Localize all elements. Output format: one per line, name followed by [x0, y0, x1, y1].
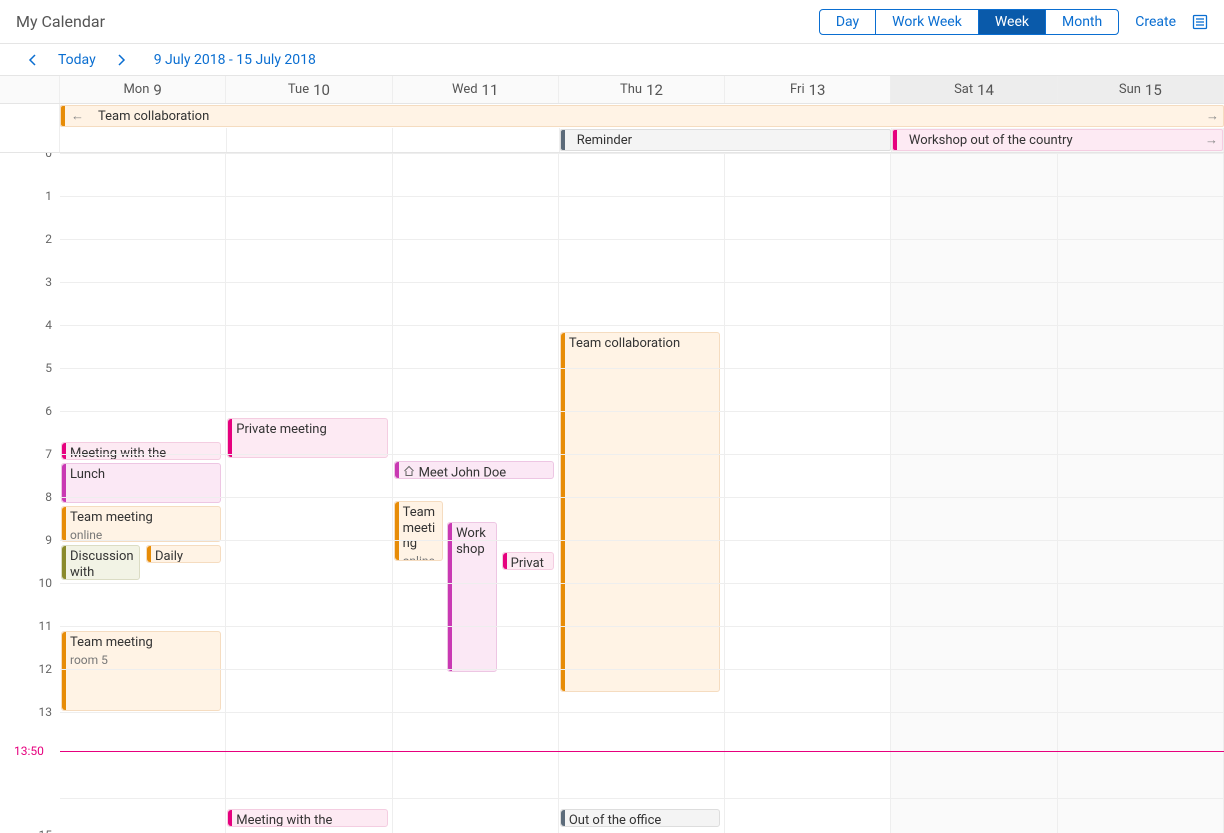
hour-label: 7 — [45, 447, 52, 461]
legend-icon[interactable] — [1192, 14, 1208, 30]
hour-label: 4 — [45, 318, 52, 332]
gutter-spacer — [0, 76, 60, 103]
day-header-mon[interactable]: Mon9 — [60, 76, 226, 103]
event-title: Out of the office — [569, 813, 715, 827]
hour-label: 12 — [39, 662, 53, 676]
day-header-sun[interactable]: Sun15 — [1058, 76, 1224, 103]
allday-event-reminder[interactable]: Reminder — [560, 129, 891, 151]
day-column-sun[interactable] — [1058, 153, 1224, 833]
hour-label: 15 — [39, 828, 53, 833]
day-column-tue[interactable]: Private meeting Meeting with the manager — [226, 153, 392, 833]
event[interactable]: Meeting with the manager — [61, 442, 221, 460]
event-title: Lunch — [70, 467, 216, 483]
event-title: Private meeting — [236, 422, 382, 438]
allday-area: ← Team collaboration → Reminder Workshop… — [0, 104, 1224, 153]
time-gutter: 0 1 2 3 4 5 6 7 8 9 10 11 12 13 15 — [0, 153, 60, 833]
event-title: Workshop — [456, 526, 492, 557]
hour-label: 5 — [45, 361, 52, 375]
event[interactable]: Team collaboration — [560, 332, 720, 692]
view-day-button[interactable]: Day — [820, 10, 876, 34]
view-month-button[interactable]: Month — [1046, 10, 1118, 34]
hour-label: 9 — [45, 533, 52, 547]
event[interactable]: Team meeting online — [61, 506, 221, 542]
create-button[interactable]: Create — [1135, 14, 1176, 30]
hour-label: 6 — [45, 404, 52, 418]
page-title: My Calendar — [16, 12, 105, 31]
hour-label: 0 — [45, 153, 52, 160]
event-title: Private — [511, 556, 549, 570]
view-week-button[interactable]: Week — [979, 10, 1046, 34]
allday-cell[interactable] — [393, 128, 560, 152]
today-button[interactable]: Today — [58, 52, 96, 68]
view-switcher: Day Work Week Week Month — [819, 9, 1119, 35]
topbar-right: Day Work Week Week Month Create — [819, 9, 1208, 35]
day-header-fri[interactable]: Fri13 — [725, 76, 891, 103]
allday-row: Reminder Workshop out of the country → — [0, 128, 1224, 152]
event-title: Meet John Doe — [419, 466, 507, 479]
event[interactable]: Private meeting — [227, 418, 387, 458]
hour-label: 8 — [45, 490, 52, 504]
event-location: online — [70, 528, 216, 542]
event-title: Meeting with the manager — [236, 813, 382, 827]
prev-button[interactable] — [24, 54, 42, 66]
allday-event-label: Reminder — [577, 133, 632, 148]
continues-left-icon: ← — [71, 108, 84, 124]
event-title: Team collaboration — [569, 336, 715, 352]
event[interactable]: Workshop — [447, 522, 497, 672]
hour-label: 1 — [45, 189, 52, 203]
day-column-mon[interactable]: Meeting with the manager Lunch Team meet… — [60, 153, 226, 833]
topbar: My Calendar Day Work Week Week Month Cre… — [0, 0, 1224, 44]
navbar: Today 9 July 2018 - 15 July 2018 — [0, 44, 1224, 76]
date-range-label: 9 July 2018 - 15 July 2018 — [154, 52, 316, 68]
hour-label: 10 — [39, 576, 53, 590]
event-title: Team meeting — [403, 505, 439, 552]
hour-label: 13 — [39, 705, 53, 719]
event-title: Team meeting — [70, 510, 216, 526]
view-workweek-button[interactable]: Work Week — [876, 10, 979, 34]
allday-event-team-collab[interactable]: ← Team collaboration → — [60, 105, 1224, 127]
day-column-sat[interactable] — [891, 153, 1057, 833]
allday-event-label: Workshop out of the country — [909, 133, 1073, 148]
event[interactable]: Meet John Doe — [394, 461, 554, 479]
event[interactable]: Daily stand — [146, 545, 221, 563]
now-line — [60, 751, 1224, 752]
event[interactable]: Meeting with the manager — [227, 809, 387, 827]
time-grid[interactable]: 0 1 2 3 4 5 6 7 8 9 10 11 12 13 15 Meeti… — [0, 153, 1224, 833]
continues-right-icon: → — [1205, 132, 1218, 148]
event-title: Team meeting — [70, 635, 216, 651]
gutter-spacer — [0, 104, 60, 128]
allday-event-label: Team collaboration — [98, 109, 209, 124]
now-time-label: 13:50 — [14, 744, 44, 758]
continues-right-icon: → — [1206, 108, 1219, 124]
event[interactable]: Lunch — [61, 463, 221, 503]
day-header-sat[interactable]: Sat14 — [891, 76, 1057, 103]
event[interactable]: Out of the office — [560, 809, 720, 827]
home-icon — [403, 465, 415, 479]
event[interactable]: Team meeting online — [394, 501, 444, 561]
allday-cell[interactable] — [60, 128, 227, 152]
day-header-tue[interactable]: Tue10 — [226, 76, 392, 103]
allday-event-workshop[interactable]: Workshop out of the country → — [892, 129, 1223, 151]
hour-label: 11 — [39, 619, 53, 633]
event-title: Daily stand — [155, 549, 216, 563]
event-title: Meeting with the manager — [70, 446, 216, 460]
hour-label: 2 — [45, 232, 52, 246]
event[interactable]: Team meeting room 5 — [61, 631, 221, 711]
event-location: online — [403, 554, 439, 561]
day-column-wed[interactable]: Meet John Doe Team meeting online Worksh… — [393, 153, 559, 833]
event-title: Discussion with clients — [70, 549, 135, 580]
allday-row: ← Team collaboration → — [0, 104, 1224, 128]
day-header-thu[interactable]: Thu12 — [559, 76, 725, 103]
hour-label: 3 — [45, 275, 52, 289]
event-location: room 5 — [70, 653, 216, 667]
day-column-fri[interactable] — [725, 153, 891, 833]
day-column-thu[interactable]: Team collaboration Out of the office — [559, 153, 725, 833]
allday-cell[interactable] — [227, 128, 394, 152]
event[interactable]: Private — [502, 552, 554, 570]
day-header-row: Mon9 Tue10 Wed11 Thu12 Fri13 Sat14 Sun15 — [0, 76, 1224, 104]
day-header-wed[interactable]: Wed11 — [393, 76, 559, 103]
next-button[interactable] — [112, 54, 130, 66]
gutter-spacer — [0, 128, 60, 152]
event[interactable]: Discussion with clients — [61, 545, 140, 580]
